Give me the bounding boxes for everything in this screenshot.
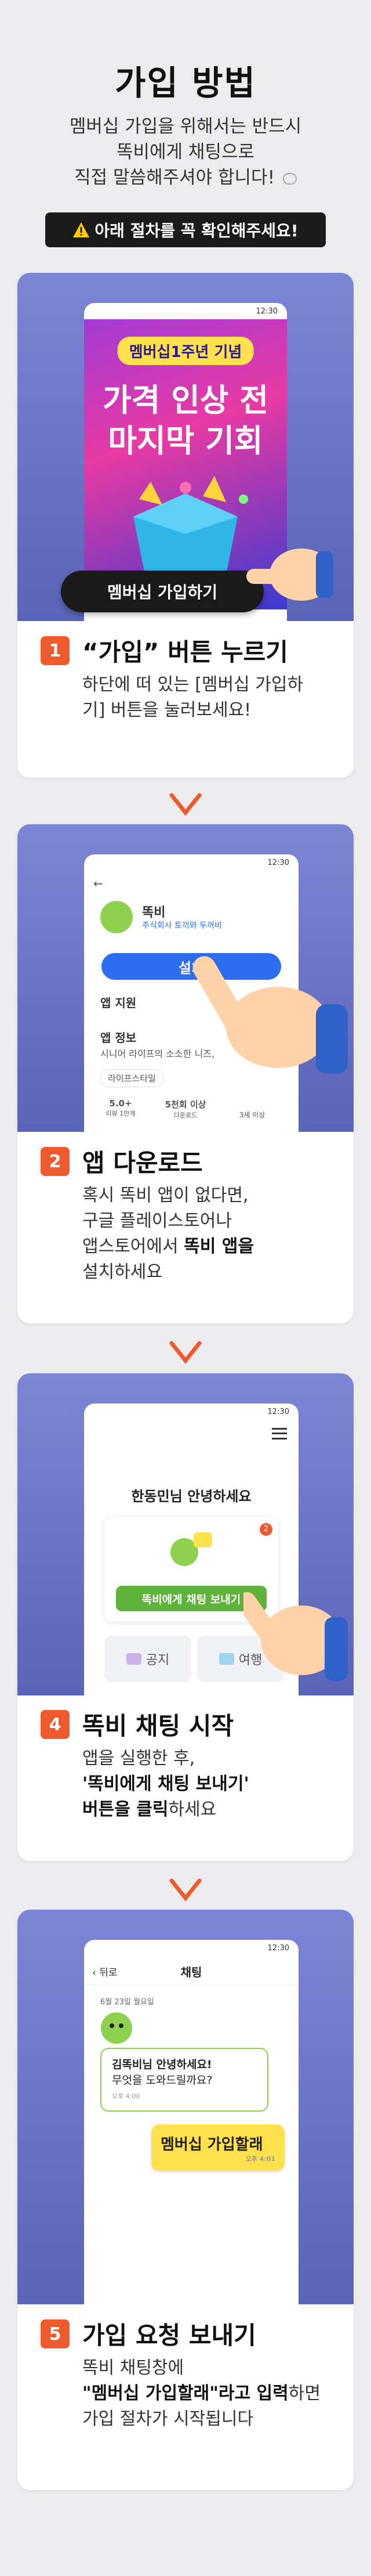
step4-title: 똑비 채팅 시작: [82, 1712, 234, 1740]
status-time: 12:30: [267, 1407, 289, 1416]
step2-desc-3-pre: 앱스토어에서: [82, 1236, 184, 1257]
speech-bubble-icon: [282, 172, 297, 185]
warning-icon: [72, 222, 90, 238]
promo-headline-1: 가격 인상 전: [103, 382, 268, 418]
step4-desc-2: '똑비에게 채팅 보내기': [82, 1772, 249, 1797]
step5-illustration: 12:30 ‹ 뒤로 채팅 6월 23일 월요일 김똑비님 안녕하세요! 무엇을…: [17, 1910, 354, 2304]
step1-card: 12:30 멤버십1주년 기념 가격 인상 전 마지막 기회 멤버십 가입하기 …: [17, 273, 354, 778]
rating-sub: 리뷰 1만개: [106, 1110, 136, 1117]
step2-desc-2: 구글 플레이스토어나: [82, 1211, 232, 1231]
step4-desc-3-bold: 버튼을 클릭: [82, 1799, 169, 1820]
status-bar: 12:30: [84, 1404, 299, 1420]
intro-line-3: 직접 말씀해주셔야 합니다!: [0, 166, 371, 189]
header: 가입 방법 멤버십 가입을 위해서는 반드시 똑비에게 채팅으로 직접 말씀해주…: [0, 0, 371, 261]
step5-title: 가입 요청 보내기: [82, 2321, 256, 2350]
pointing-hand-icon: [191, 940, 348, 1074]
step2-number: 2: [41, 1147, 70, 1176]
app-support-label: 앱 지원: [100, 996, 137, 1010]
pointing-hand-icon: [237, 1565, 348, 1681]
step4-desc-2-bold: '똑비에게 채팅 보내기': [82, 1774, 249, 1794]
status-bar: 12:30: [84, 854, 299, 871]
incoming-line-1: 김똑비님 안녕하세요!: [112, 2058, 212, 2071]
notice-icon: [126, 1653, 141, 1665]
step2-desc-1: 혹시 똑비 앱이 없다면,: [82, 1185, 249, 1206]
app-company: 주식회사 토끼와 두꺼비: [142, 921, 222, 930]
outgoing-message: 멤버십 가입할래 오후 4:01: [151, 2124, 285, 2171]
promo-headline-2: 마지막 기회: [108, 423, 263, 459]
chat-header: ‹ 뒤로 채팅: [84, 1956, 299, 1985]
intro-line-2: 똑비에게 채팅으로: [116, 142, 254, 163]
notification-badge: 2: [260, 1523, 272, 1536]
intro-line-1: 멤버십 가입을 위해서는 반드시: [69, 116, 302, 137]
mascot-icon: [168, 1529, 214, 1570]
step4-illustration: 12:30 한동민님 안녕하세요 2 똑비에게 채팅 보내기 공지 여행: [17, 1373, 354, 1695]
chat-screen: 12:30 ‹ 뒤로 채팅 6월 23일 월요일 김똑비님 안녕하세요! 무엇을…: [84, 1940, 299, 2304]
pointing-hand-icon: [246, 534, 333, 604]
step2-desc-3: 앱스토어에서 똑비 앱을: [82, 1234, 254, 1260]
downloads-stat: 5천회 이상다운로드: [159, 1098, 212, 1120]
chevron-down-icon: [168, 1335, 203, 1370]
chevron-down-icon: [168, 1873, 203, 1907]
age-stat: 3세 이상: [239, 1111, 265, 1119]
outgoing-time: 오후 4:01: [245, 2155, 275, 2163]
step1-desc-2: 기] 버튼을 눌러보세요!: [82, 700, 252, 720]
outgoing-text: 멤버십 가입할래: [161, 2136, 263, 2153]
step5-desc-2: "멤버십 가입할래"라고 입력하면: [82, 2381, 321, 2407]
step4-card: 12:30 한동민님 안녕하세요 2 똑비에게 채팅 보내기 공지 여행 4 똑…: [17, 1373, 354, 1861]
notice-tile-label: 공지: [146, 1653, 170, 1668]
status-time: 12:30: [267, 1943, 289, 1953]
promo-badge: 멤버십1주년 기념: [117, 337, 254, 365]
step2-desc-3-bold: 똑비 앱을: [184, 1236, 254, 1257]
menu-icon[interactable]: [272, 1428, 287, 1439]
category-chip[interactable]: 라이프스타일: [100, 1069, 163, 1087]
status-bar: 12:30: [84, 303, 287, 319]
step5-desc-3: 가입 절차가 시작됩니다: [82, 2409, 254, 2429]
step1-number: 1: [41, 636, 70, 665]
join-membership-button[interactable]: 멤버십 가입하기: [61, 571, 264, 612]
incoming-line-2: 무엇을 도와드릴까요?: [112, 2074, 213, 2087]
mascot-avatar: [98, 2009, 135, 2044]
status-time: 12:30: [267, 858, 289, 867]
back-arrow-icon[interactable]: ←: [93, 876, 103, 890]
step2-title: 앱 다운로드: [82, 1149, 203, 1177]
intro-line-3-text: 직접 말씀해주셔야 합니다!: [74, 167, 275, 188]
page-title: 가입 방법: [115, 63, 256, 103]
notice-banner: 아래 절차를 꼭 확인해주세요!: [45, 212, 326, 247]
step1-desc-1: 하단에 떠 있는 [멤버십 가입하: [82, 674, 304, 695]
rating-stat: 5.0+ 리뷰 1만개: [100, 1098, 141, 1118]
chat-date: 6월 23일 월요일: [100, 1998, 154, 2007]
app-logo: [100, 901, 133, 933]
chevron-down-icon: [168, 787, 203, 822]
app-info-label: 앱 정보: [100, 1031, 137, 1045]
notice-tile[interactable]: 공지: [104, 1636, 191, 1682]
incoming-time: 오후 4:00: [112, 2092, 140, 2100]
step5-desc-2-bold: "멤버십 가입할래"라고 입력: [82, 2383, 289, 2404]
step5-desc-1: 똑비 채팅창에: [82, 2358, 184, 2378]
chat-title: 채팅: [180, 1965, 202, 1979]
downloads-sub: 다운로드: [173, 1112, 198, 1119]
notice-text: 아래 절차를 꼭 확인해주세요!: [94, 221, 299, 240]
step1-title: “가입” 버튼 누르기: [82, 638, 288, 666]
step5-number: 5: [41, 2319, 70, 2348]
downloads-value: 5천회 이상: [165, 1099, 206, 1110]
step2-desc-4: 설치하세요: [82, 1262, 162, 1282]
step4-desc-1: 앱을 실행한 후,: [82, 1748, 195, 1769]
step5-desc-2-post: 하면: [288, 2383, 321, 2404]
status-time: 12:30: [256, 306, 278, 316]
step2-card: 12:30 ← 똑비 주식회사 토끼와 두꺼비 설치 앱 지원 앱 정보 시니어…: [17, 824, 354, 1323]
step2-illustration: 12:30 ← 똑비 주식회사 토끼와 두꺼비 설치 앱 지원 앱 정보 시니어…: [17, 824, 354, 1132]
incoming-message: 김똑비님 안녕하세요! 무엇을 도와드릴까요? 오후 4:00: [100, 2048, 268, 2112]
status-bar: 12:30: [84, 1940, 299, 1956]
rating-value: 5.0+: [109, 1098, 132, 1109]
greeting-text: 한동민님 안녕하세요: [131, 1488, 252, 1505]
travel-icon: [219, 1653, 234, 1665]
app-name: 똑비: [142, 905, 166, 920]
step5-card: 12:30 ‹ 뒤로 채팅 6월 23일 월요일 김똑비님 안녕하세요! 무엇을…: [17, 1910, 354, 2490]
step1-illustration: 12:30 멤버십1주년 기념 가격 인상 전 마지막 기회 멤버십 가입하기: [17, 273, 354, 621]
step4-number: 4: [41, 1710, 70, 1739]
step4-desc-3: 버튼을 클릭하세요: [82, 1797, 216, 1823]
step4-desc-3-post: 하세요: [168, 1799, 217, 1820]
